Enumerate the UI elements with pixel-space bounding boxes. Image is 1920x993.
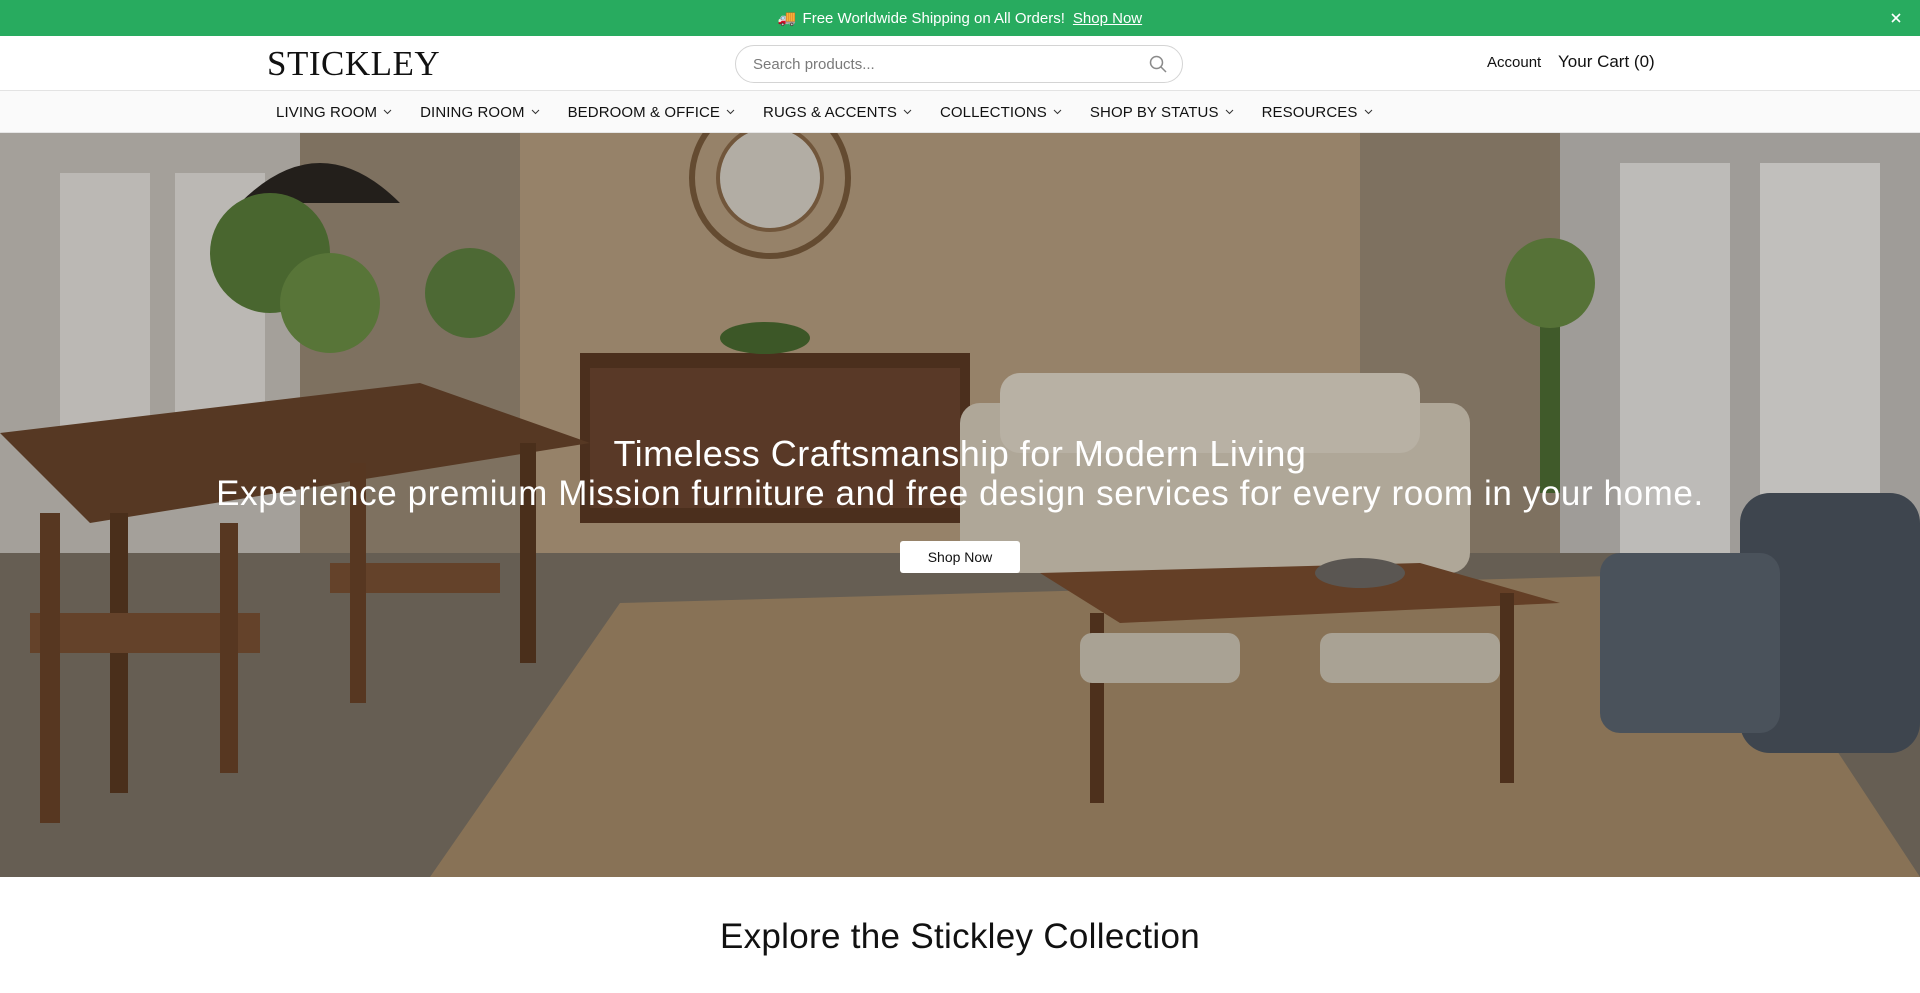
nav-item-living-room[interactable]: LIVING ROOM [276, 104, 392, 121]
collection-heading: Explore the Stickley Collection [719, 917, 1201, 956]
nav-item-label: DINING ROOM [420, 103, 525, 121]
nav-item-label: RUGS & ACCENTS [763, 103, 897, 121]
nav-item-label: RESOURCES [1261, 103, 1358, 121]
announcement-shop-now-link[interactable]: Shop Now [1073, 10, 1142, 27]
nav-item-collections[interactable]: COLLECTIONS [940, 104, 1062, 121]
hero-title: Timeless Craftsmanship for Modern Living [613, 433, 1307, 474]
hero-shop-now-button[interactable]: Shop Now [900, 541, 1020, 573]
close-icon[interactable] [1886, 8, 1906, 28]
nav-item-dining-room[interactable]: DINING ROOM [420, 104, 539, 121]
chevron-down-icon [1364, 109, 1372, 115]
hero-subtitle: Experience premium Mission furniture and… [216, 474, 1704, 513]
nav-item-label: BEDROOM & OFFICE [567, 103, 721, 121]
chevron-down-icon [1225, 109, 1233, 115]
nav-item-rugs-accents[interactable]: RUGS & ACCENTS [763, 104, 912, 121]
search-icon[interactable] [1148, 54, 1168, 74]
search-bar [735, 45, 1183, 83]
nav-item-label: COLLECTIONS [939, 103, 1047, 121]
nav-item-label: LIVING ROOM [276, 103, 378, 121]
chevron-down-icon [1053, 109, 1062, 115]
logo[interactable]: STICKLEY [267, 44, 440, 84]
chevron-down-icon [726, 109, 735, 115]
announcement-bar: 🚚 Free Worldwide Shipping on All Orders!… [0, 0, 1920, 36]
nav-item-shop-by-status[interactable]: SHOP BY STATUS [1090, 104, 1234, 121]
nav-item-resources[interactable]: RESOURCES [1262, 104, 1373, 121]
truck-icon: 🚚 [777, 10, 797, 27]
chevron-down-icon [531, 109, 539, 115]
hero-banner: Timeless Craftsmanship for Modern Living… [0, 133, 1920, 877]
chevron-down-icon [383, 109, 392, 115]
main-nav: LIVING ROOM DINING ROOM BEDROOM & OFFICE… [0, 91, 1920, 133]
account-link[interactable]: Account [1487, 54, 1541, 71]
cart-link[interactable]: Your Cart (0) [1558, 52, 1655, 72]
chevron-down-icon [903, 109, 912, 115]
announcement-message: Free Worldwide Shipping on All Orders! [802, 9, 1065, 27]
nav-item-label: SHOP BY STATUS [1089, 103, 1219, 121]
search-input[interactable] [736, 46, 1148, 82]
nav-item-bedroom-office[interactable]: BEDROOM & OFFICE [568, 104, 735, 121]
site-header: STICKLEY Account Your Cart (0) [0, 36, 1920, 91]
